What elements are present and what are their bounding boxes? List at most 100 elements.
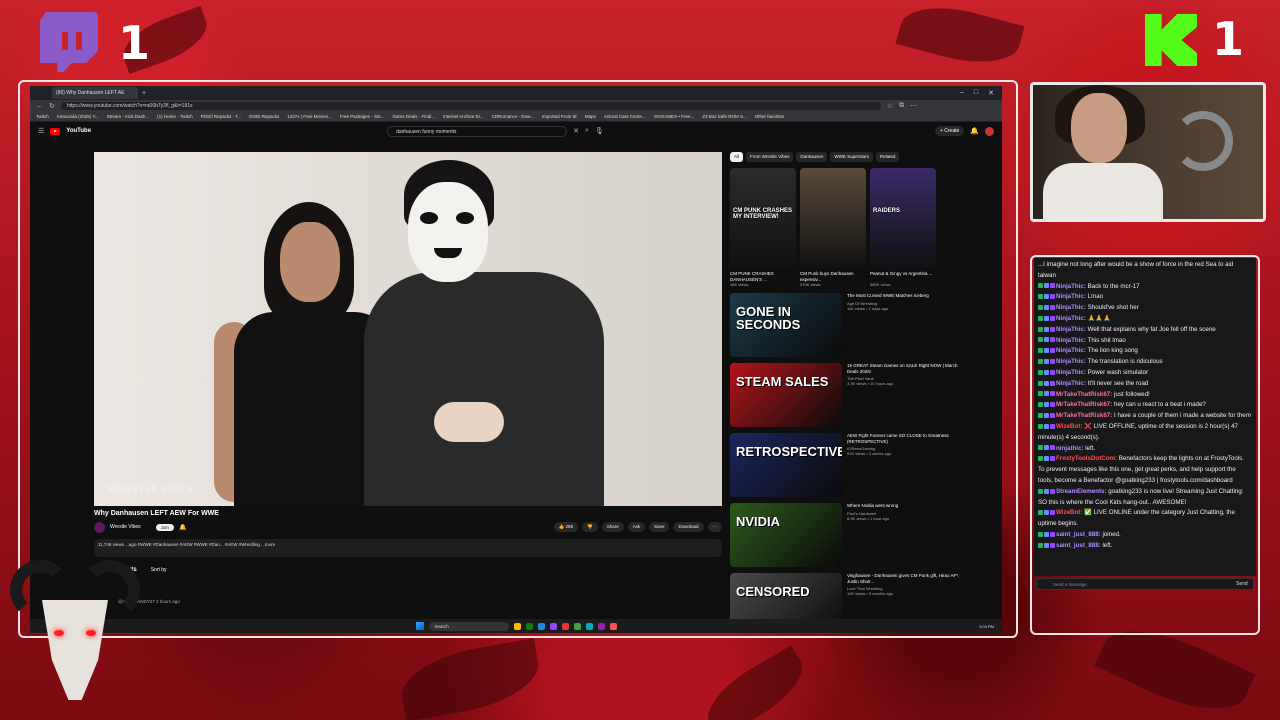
chat-username[interactable]: MrTakeThatRisk67: bbox=[1056, 412, 1114, 419]
url-field[interactable]: https://www.youtube.com/watch?v=ra06b7y2… bbox=[60, 102, 881, 110]
recommended-thumbnail[interactable]: GONE IN SECONDS bbox=[730, 293, 842, 357]
close-icon[interactable]: ✕ bbox=[988, 89, 994, 97]
menu-icon[interactable]: ⋯ bbox=[910, 102, 917, 110]
hamburger-icon[interactable]: ☰ bbox=[38, 127, 44, 135]
clear-search-icon[interactable]: ✕ bbox=[573, 127, 579, 135]
recommended-title[interactable]: The Most Cursed WWE Matches Iceberg bbox=[847, 293, 970, 299]
search-icon[interactable]: ⌕ bbox=[585, 127, 589, 135]
microphone-icon[interactable]: 🎙 bbox=[595, 127, 604, 135]
chat-username[interactable]: NinjaThic: bbox=[1056, 304, 1088, 311]
bookmark-item[interactable]: CDRomance - Dow... bbox=[492, 114, 534, 119]
bookmark-item[interactable]: Stream - Kick Dash... bbox=[107, 114, 150, 119]
star-icon[interactable]: ☆ bbox=[887, 102, 893, 110]
app-icon[interactable] bbox=[585, 622, 593, 630]
video-action-button[interactable]: Download bbox=[673, 522, 704, 532]
recommended-thumbnail[interactable]: NVIDIA bbox=[730, 503, 842, 567]
filter-chip[interactable]: Danhausen bbox=[796, 152, 828, 162]
extensions-icon[interactable]: ⧉ bbox=[899, 102, 904, 110]
chat-username[interactable]: saint_just_888: bbox=[1056, 542, 1102, 549]
chat-username[interactable]: StreamElements: bbox=[1056, 488, 1108, 495]
short-thumbnail[interactable]: RAIDERS bbox=[870, 168, 936, 268]
bookmark-item[interactable]: Internet Archive Di... bbox=[443, 114, 484, 119]
recommended-title[interactable]: Where Nvidia went wrong bbox=[847, 503, 970, 509]
chat-username[interactable]: NinjaThic: bbox=[1056, 358, 1088, 365]
recommended-title[interactable]: 15 GREAT Steam Games on SALE Right NOW |… bbox=[847, 363, 970, 374]
app-icon[interactable] bbox=[573, 622, 581, 630]
bookmark-item[interactable]: Imported From IE bbox=[542, 114, 577, 119]
chat-username[interactable]: NinjaThic: bbox=[1056, 315, 1088, 322]
video-action-button[interactable]: Share bbox=[601, 522, 624, 532]
back-icon[interactable]: ← bbox=[36, 103, 43, 110]
video-action-button[interactable]: Ask bbox=[627, 522, 646, 532]
bookmark-item[interactable]: Z3 Box Safe ROM S... bbox=[702, 114, 747, 119]
filter-chip[interactable]: Related bbox=[875, 152, 900, 162]
description-box[interactable]: 11,746 views ...ago #WWE #Danhausen #AEW… bbox=[94, 539, 722, 557]
chat-username[interactable]: NinjaThic: bbox=[1056, 326, 1088, 333]
windows-start-icon[interactable] bbox=[415, 622, 424, 630]
xbox-icon[interactable] bbox=[525, 622, 533, 630]
short-title[interactable]: CM Punk buys Danhausen expensiv... bbox=[800, 271, 866, 282]
edge-icon[interactable] bbox=[537, 622, 545, 630]
recommended-video[interactable]: RETROSPECTIVE AEW Fight Forever came SO C… bbox=[730, 433, 970, 497]
taskbar-search[interactable]: Search bbox=[428, 621, 509, 631]
bookmark-item[interactable]: 1337x | Free Movies... bbox=[287, 114, 331, 119]
notifications-bell-icon[interactable]: 🔔 bbox=[970, 127, 979, 135]
new-tab-icon[interactable]: + bbox=[142, 90, 146, 97]
recommended-thumbnail[interactable]: STEAM SALES bbox=[730, 363, 842, 427]
chat-username[interactable]: NinjaThic: bbox=[1056, 283, 1088, 290]
bookmark-item[interactable]: Animal Care Cente... bbox=[604, 114, 646, 119]
bookmark-item[interactable]: DODI Repacks bbox=[249, 114, 279, 119]
short-card[interactable]: RAIDERS Peanut & Gingy vs Argentina ... 58… bbox=[870, 168, 936, 287]
recommended-title[interactable]: AEW Fight Forever came SO CLOSE to Great… bbox=[847, 433, 970, 444]
account-avatar[interactable] bbox=[985, 126, 994, 136]
chat-username[interactable]: NinjaThic: bbox=[1056, 380, 1088, 387]
comment-author[interactable]: @ATTEGANDY07 2 hours ago bbox=[118, 599, 722, 604]
filter-chip[interactable]: WWE Superstars bbox=[830, 152, 873, 162]
refresh-icon[interactable]: ↻ bbox=[49, 102, 55, 110]
chat-username[interactable]: WizeBot: bbox=[1056, 509, 1084, 516]
app-icon[interactable] bbox=[597, 622, 605, 630]
video-action-button[interactable]: ⋯ bbox=[707, 522, 722, 532]
youtube-logo-text[interactable]: YouTube bbox=[66, 128, 91, 134]
chat-username[interactable]: WizeBot: bbox=[1056, 423, 1084, 430]
chat-username[interactable]: NinjaThic: bbox=[1056, 337, 1088, 344]
bookmark-item[interactable]: FitGirl Repacks - T... bbox=[201, 114, 242, 119]
short-thumbnail[interactable]: CM PUNK CRASHES MY INTERVIEW! bbox=[730, 168, 796, 268]
file-explorer-icon[interactable] bbox=[513, 622, 521, 630]
video-action-button[interactable]: 👎 bbox=[582, 522, 598, 532]
video-player[interactable]: WRESTLE VIBES bbox=[94, 152, 722, 506]
recommended-thumbnail[interactable]: RETROSPECTIVE bbox=[730, 433, 842, 497]
browser-tab-active[interactable]: (86) Why Danhausen LEFT AE bbox=[52, 87, 138, 99]
bookmark-item[interactable]: (1) Home - Twitch bbox=[157, 114, 192, 119]
chat-username[interactable]: NinjaThic: bbox=[1056, 369, 1088, 376]
join-button[interactable]: Join bbox=[155, 523, 174, 531]
recommended-video[interactable]: STEAM SALES 15 GREAT Steam Games on SALE … bbox=[730, 363, 970, 427]
sort-by-button[interactable]: Sort by bbox=[151, 567, 167, 573]
bookmark-item[interactable]: Maps bbox=[585, 114, 596, 119]
bookmark-item[interactable]: Game Deals - Findi... bbox=[393, 114, 436, 119]
minimize-icon[interactable]: – bbox=[960, 89, 964, 97]
bookmark-item[interactable]: Twitch bbox=[36, 114, 49, 119]
recommended-title[interactable]: Visghausen - Danhausen gives CM Punk gif… bbox=[847, 573, 970, 584]
chat-username[interactable]: NinjaThic: bbox=[1056, 293, 1088, 300]
channel-name[interactable]: Wrestle Vibes bbox=[110, 524, 141, 530]
app-icon[interactable] bbox=[609, 622, 617, 630]
send-button[interactable]: Send bbox=[1234, 578, 1250, 590]
filter-chip[interactable]: All bbox=[730, 152, 744, 162]
bookmark-item[interactable]: Anaconda (2025) Y... bbox=[57, 114, 99, 119]
create-button[interactable]: + Create bbox=[934, 126, 965, 136]
chat-username[interactable]: NinjaThic: bbox=[1056, 347, 1088, 354]
recommended-video[interactable]: GONE IN SECONDS The Most Cursed WWE Match… bbox=[730, 293, 970, 357]
maximize-icon[interactable]: □ bbox=[974, 89, 978, 97]
chat-username[interactable]: saint_just_888: bbox=[1056, 531, 1102, 538]
search-input[interactable]: danhausen funny moments bbox=[387, 125, 568, 137]
twitch-app-icon[interactable] bbox=[549, 622, 557, 630]
short-card[interactable]: CM Punk buys Danhausen expensiv... 370K v… bbox=[800, 168, 866, 287]
filter-chip[interactable]: From Wrestle Vibes bbox=[746, 152, 794, 162]
short-card[interactable]: CM PUNK CRASHES MY INTERVIEW! CM PUNK CRA… bbox=[730, 168, 796, 287]
chat-username[interactable]: MrTakeThatRisk67: bbox=[1056, 391, 1114, 398]
recommended-video[interactable]: NVIDIA Where Nvidia went wrong Paul's Hard… bbox=[730, 503, 970, 567]
chat-username[interactable]: FrostyToolsDotCom: bbox=[1056, 455, 1119, 462]
video-action-button[interactable]: Save bbox=[649, 522, 670, 532]
short-title[interactable]: CM PUNK CRASHES DANHAUSEN'S ... bbox=[730, 271, 796, 282]
